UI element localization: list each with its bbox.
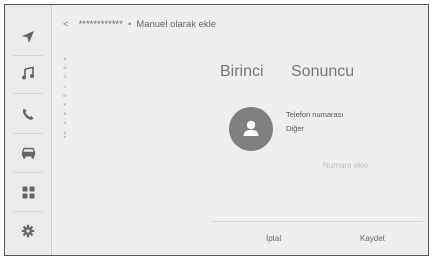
contact-name-masked: ************: [78, 19, 123, 30]
first-name-field[interactable]: Birinci: [220, 63, 264, 81]
head-unit-screen: < ************ • Manuel olarak ekle A : D :…: [4, 4, 429, 256]
phone-icon: [22, 108, 34, 120]
settings-gear-icon: [21, 224, 35, 238]
car-icon: [20, 147, 36, 159]
action-bar-divider: [211, 221, 423, 222]
breadcrumb-header: < ************ • Manuel olarak ekle: [63, 19, 216, 30]
cancel-button[interactable]: İptal: [266, 234, 281, 243]
sidebar: [5, 5, 52, 255]
add-number-button[interactable]: Numara ekle: [323, 161, 368, 170]
contact-avatar[interactable]: [229, 107, 273, 151]
apps-grid-icon: [22, 186, 34, 198]
breadcrumb-separator: •: [127, 19, 132, 30]
page-title: Manuel olarak ekle: [136, 19, 217, 30]
nav-button-navigation[interactable]: [5, 17, 51, 57]
nav-button-media[interactable]: [5, 53, 51, 93]
save-button[interactable]: Kaydet: [360, 234, 385, 243]
back-button[interactable]: <: [63, 19, 69, 30]
index-letter[interactable]: #: [61, 134, 69, 140]
nav-button-settings[interactable]: [5, 211, 51, 251]
nav-button-apps[interactable]: [5, 172, 51, 212]
music-note-icon: [22, 66, 34, 80]
navigation-arrow-icon: [22, 31, 34, 43]
person-icon: [243, 120, 259, 136]
nav-button-vehicle[interactable]: [5, 133, 51, 173]
alphabet-index[interactable]: A : D : G : J : M : P : S : V : Z #: [61, 56, 69, 140]
phone-number-label[interactable]: Telefon numarası: [286, 110, 344, 119]
nav-button-phone[interactable]: [5, 94, 51, 134]
last-name-field[interactable]: Sonuncu: [291, 63, 354, 81]
phone-type-label[interactable]: Diğer: [286, 124, 304, 133]
